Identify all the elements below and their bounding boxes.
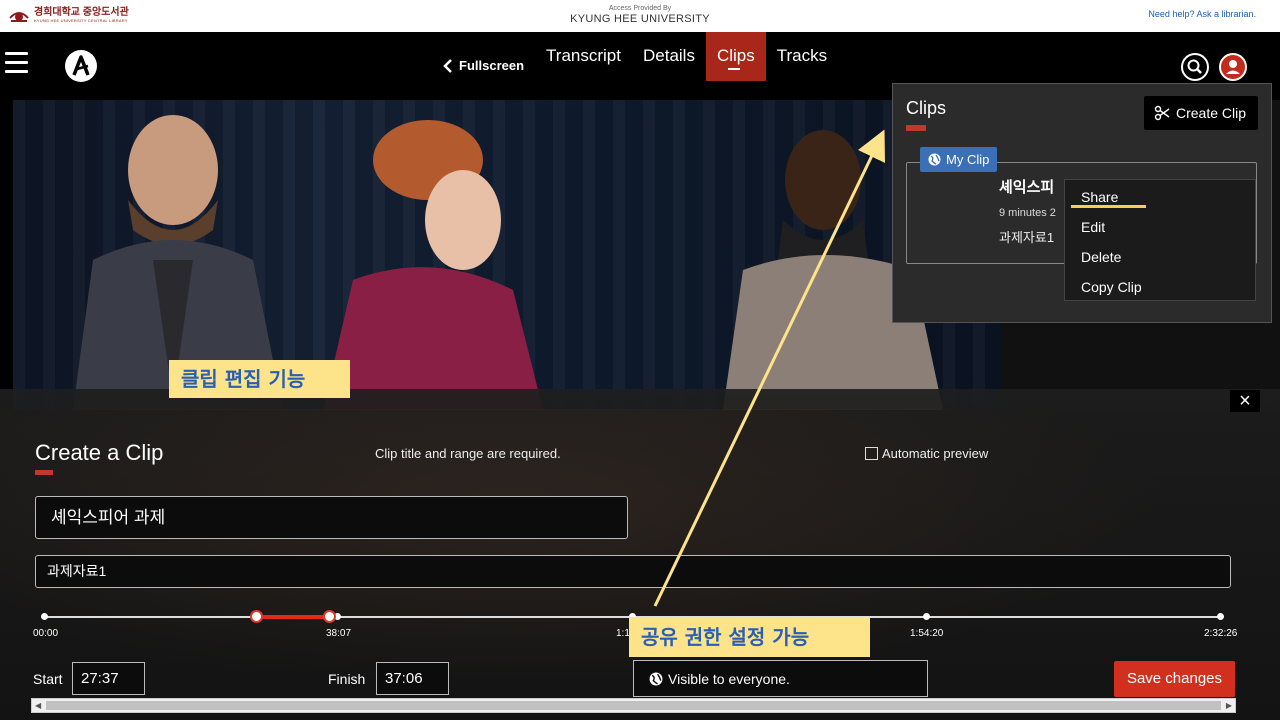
finish-time-input[interactable]: 37:06 (376, 662, 449, 695)
tab-details[interactable]: Details (632, 32, 706, 81)
fullscreen-label: Fullscreen (459, 58, 525, 73)
timeline-selected-range (257, 615, 331, 619)
clip-context-menu: Share Edit Delete Copy Clip (1064, 179, 1256, 301)
visibility-select[interactable]: Visible to everyone. (633, 660, 928, 697)
timeline-label-2: 1:1 (616, 628, 630, 639)
clip-title: 셰익스피 (999, 179, 1055, 196)
fullscreen-back-button[interactable]: Fullscreen (432, 32, 535, 81)
menu-item-delete[interactable]: Delete (1065, 242, 1255, 272)
timeline-start-handle[interactable] (250, 610, 263, 623)
search-icon (1187, 59, 1202, 74)
automatic-preview-checkbox[interactable] (865, 447, 878, 460)
access-name: KYUNG HEE UNIVERSITY (570, 13, 710, 25)
main-tabs: Fullscreen Transcript Details Clips Trac… (432, 32, 838, 82)
start-time-input[interactable]: 27:37 (72, 662, 145, 695)
scissors-icon (1154, 105, 1170, 121)
clips-panel-title: Clips (906, 98, 947, 118)
close-button[interactable]: × (1230, 390, 1260, 412)
share-highlight-underline (1071, 205, 1146, 208)
timeline-label-0: 00:00 (33, 628, 59, 639)
tab-clips-label: Clips (716, 46, 755, 65)
timeline-marker-end (1217, 613, 1224, 620)
user-account-button[interactable] (1219, 53, 1247, 81)
annotation-share-permission: 공유 권한 설정 가능 (629, 617, 870, 657)
menu-icon[interactable] (5, 52, 28, 74)
access-provider: Access Provided By KYUNG HEE UNIVERSITY (0, 4, 1280, 26)
scroll-left-icon[interactable]: ◀ (35, 701, 41, 710)
menu-item-copy-clip[interactable]: Copy Clip (1065, 272, 1255, 302)
horizontal-scrollbar[interactable]: ◀ ▶ (31, 698, 1236, 713)
globe-icon (649, 672, 663, 685)
title-accent-bar (906, 125, 926, 131)
clip-title-input[interactable]: 셰익스피어 과제 (35, 496, 628, 539)
timeline-marker-start (41, 613, 48, 620)
active-tab-indicator (727, 68, 740, 70)
save-changes-button[interactable]: Save changes (1114, 661, 1235, 697)
start-label: Start (33, 671, 63, 687)
brand-a-icon (72, 55, 90, 76)
create-clip-button[interactable]: Create Clip (1144, 96, 1258, 130)
library-topbar: 경희대학교 중앙도서관 KYUNG HEE UNIVERSITY CENTRAL… (0, 0, 1280, 32)
clips-panel: Clips Create Clip My Clip 셰익스피 9 minutes… (892, 83, 1272, 323)
clip-duration: 9 minutes 2 (999, 207, 1056, 219)
help-link[interactable]: Need help? Ask a librarian. (1148, 9, 1256, 19)
tab-transcript[interactable]: Transcript (535, 32, 632, 81)
timeline-label-4: 2:32:26 (1204, 628, 1238, 639)
globe-icon (928, 153, 941, 166)
chevron-left-icon (443, 58, 452, 73)
search-button[interactable] (1181, 53, 1209, 81)
access-caption: Access Provided By (608, 5, 672, 12)
user-icon (1226, 60, 1240, 74)
tab-tracks[interactable]: Tracks (766, 32, 838, 81)
brand-logo[interactable] (65, 50, 97, 82)
automatic-preview-option[interactable]: Automatic preview (865, 446, 988, 461)
clip-description: 과제자료1 (999, 230, 1055, 245)
timeline-finish-handle[interactable] (323, 610, 336, 623)
annotation-clip-edit: 클립 편집 기능 (169, 360, 350, 398)
required-note: Clip title and range are required. (375, 446, 561, 461)
menu-item-edit[interactable]: Edit (1065, 212, 1255, 242)
video-player[interactable] (13, 100, 1002, 410)
clip-description-input[interactable]: 과제자료1 (35, 555, 1231, 588)
finish-label: Finish (328, 671, 366, 687)
automatic-preview-label: Automatic preview (882, 446, 989, 461)
visibility-value: Visible to everyone. (668, 670, 790, 687)
timeline-label-3: 1:54:20 (910, 628, 944, 639)
heading-accent-bar (35, 470, 53, 475)
tab-clips[interactable]: Clips (705, 32, 766, 81)
scrollbar-thumb[interactable] (46, 701, 1221, 710)
create-clip-label: Create Clip (1176, 105, 1247, 121)
timeline-marker-3 (923, 613, 930, 620)
timeline-label-1: 38:07 (326, 628, 352, 639)
scroll-right-icon[interactable]: ▶ (1226, 701, 1232, 710)
my-clip-badge: My Clip (920, 147, 998, 172)
my-clip-label: My Clip (946, 152, 990, 167)
create-clip-heading: Create a Clip (35, 440, 164, 465)
